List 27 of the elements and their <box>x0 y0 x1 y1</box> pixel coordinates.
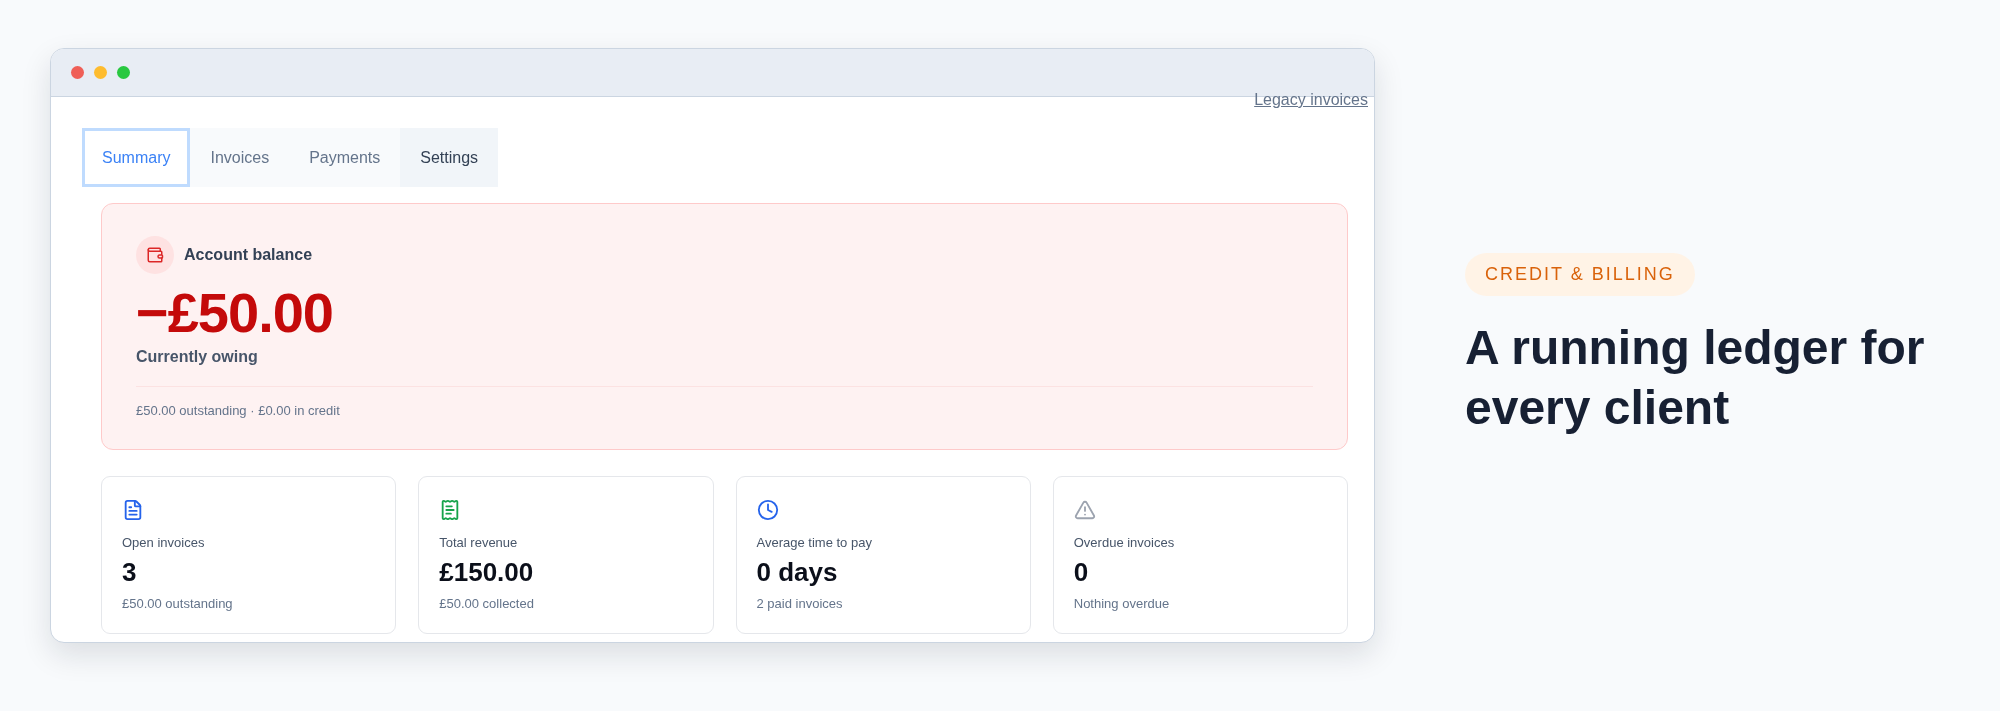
tab[interactable]: Invoices <box>190 128 290 187</box>
stat-value: 0 days <box>756 556 838 588</box>
legacy-invoices-link[interactable]: Legacy invoices <box>1254 91 1368 109</box>
stat-value: 0 <box>1073 556 1089 588</box>
wallet-icon <box>136 236 174 274</box>
balance-detail: £50.00 outstanding · £0.00 in credit <box>136 402 340 418</box>
tab[interactable]: Settings <box>400 128 499 187</box>
balance-status: Currently owing <box>136 347 258 366</box>
stat-value: 3 <box>122 556 137 588</box>
stat-note: £50.00 collected <box>439 595 534 611</box>
stat-label: Overdue invoices <box>1073 534 1175 550</box>
maximize-dot-icon[interactable] <box>117 66 130 79</box>
stat-note: £50.00 outstanding <box>122 595 233 611</box>
balance-label: Account balance <box>184 246 313 264</box>
close-dot-icon[interactable] <box>71 66 84 79</box>
stat-note: 2 paid invoices <box>756 595 843 611</box>
stat-label: Open invoices <box>122 534 205 550</box>
tab[interactable]: Payments <box>289 128 401 187</box>
tab[interactable]: Summary <box>82 128 191 187</box>
balance-amount: −£50.00 <box>136 282 333 344</box>
minimize-dot-icon[interactable] <box>94 66 107 79</box>
stat-label: Average time to pay <box>756 534 872 550</box>
stat-note: Nothing overdue <box>1073 595 1170 611</box>
stat-label: Total revenue <box>439 534 518 550</box>
feature-heading: A running ledger for every client <box>1465 320 1926 436</box>
stat-value: £150.00 <box>439 556 534 588</box>
category-badge: CREDIT & BILLING <box>1465 253 1695 296</box>
